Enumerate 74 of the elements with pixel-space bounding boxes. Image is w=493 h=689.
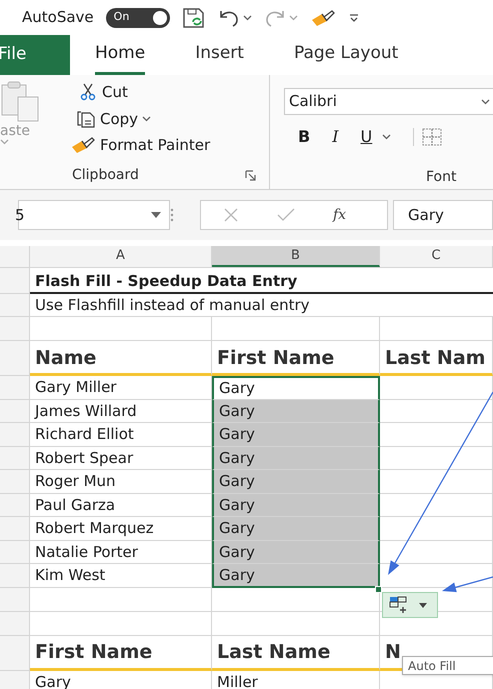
column-heading: Last Name <box>212 636 380 670</box>
row-header[interactable] <box>0 446 30 470</box>
table-cell: Gary <box>212 564 380 588</box>
table-cell: Gary <box>212 517 380 540</box>
name-box[interactable]: 5 <box>18 200 170 230</box>
more-icon[interactable] <box>170 208 174 222</box>
caret-icon[interactable] <box>242 14 252 20</box>
caret-icon <box>481 98 490 104</box>
table-cell: Gary <box>212 540 380 564</box>
row-header[interactable] <box>0 517 30 540</box>
cell-text: Use Flashfill instead of manual entry <box>30 294 493 317</box>
caret-icon[interactable] <box>142 116 152 122</box>
autosave-toggle[interactable]: On <box>106 8 170 28</box>
group-label: Clipboard <box>72 166 139 185</box>
autosave-label: AutoSave <box>22 7 94 28</box>
column-header[interactable]: C <box>380 246 493 267</box>
tooltip: Auto Fill <box>402 656 493 675</box>
scissors-icon[interactable] <box>80 83 96 102</box>
italic-button[interactable]: I <box>332 125 339 149</box>
paintbrush-icon[interactable] <box>70 135 96 156</box>
row-header[interactable] <box>0 494 30 517</box>
insert-function-button[interactable]: fx <box>333 204 346 226</box>
cut-label[interactable]: Cut <box>102 81 128 104</box>
table-cell: Gary <box>212 423 380 446</box>
row-header[interactable] <box>0 564 30 588</box>
dropdown-arrow-icon[interactable] <box>151 212 161 218</box>
caret-icon <box>288 14 298 20</box>
row-header[interactable] <box>0 636 30 670</box>
row-header[interactable] <box>0 376 30 400</box>
copy-icon[interactable] <box>76 110 96 128</box>
underline-button[interactable]: U <box>360 125 372 149</box>
row-header[interactable] <box>0 317 30 341</box>
customize-icon[interactable] <box>348 12 360 24</box>
row-header[interactable] <box>0 670 30 689</box>
file-tab[interactable]: File <box>0 35 70 75</box>
row-header[interactable] <box>0 423 30 446</box>
column-heading: Last Nam <box>380 341 493 376</box>
auto-fill-options-button[interactable] <box>382 592 438 618</box>
formula-input[interactable]: Gary <box>393 200 493 230</box>
column-header[interactable]: B <box>212 246 380 267</box>
copy-label[interactable]: Copy <box>100 108 138 130</box>
cancel-icon[interactable] <box>223 208 239 222</box>
borders-icon[interactable] <box>422 128 442 146</box>
format-painter-label[interactable]: Format Painter <box>100 134 210 156</box>
row-header[interactable] <box>0 588 30 612</box>
fill-handle[interactable] <box>375 586 382 593</box>
row-header[interactable] <box>0 268 30 294</box>
sheet-title: Flash Fill - Speedup Data Entry <box>30 268 493 294</box>
check-icon[interactable] <box>277 208 295 222</box>
table-cell: Gary <box>212 400 380 423</box>
font-name-dropdown[interactable]: Calibri <box>284 88 493 115</box>
table-cell: Gary Miller <box>30 376 212 400</box>
ribbon-tab[interactable]: Page Layout <box>294 35 398 75</box>
row-header[interactable] <box>0 400 30 423</box>
row-header[interactable] <box>0 540 30 564</box>
group-label: Font <box>426 168 458 187</box>
table-cell: Gary <box>212 470 380 494</box>
table-cell: Miller <box>212 670 380 689</box>
row-header[interactable] <box>0 341 30 376</box>
column-heading: Name <box>30 341 212 376</box>
column-heading: First Name <box>212 341 380 376</box>
table-cell: Gary <box>212 446 380 470</box>
bold-button[interactable]: B <box>298 125 310 149</box>
paintbrush-icon[interactable] <box>310 8 336 28</box>
dropdown-arrow-icon <box>419 602 427 608</box>
row-header[interactable] <box>0 294 30 317</box>
row-header[interactable] <box>0 470 30 494</box>
ribbon-tab[interactable]: Insert <box>195 35 244 75</box>
caret-icon[interactable] <box>382 134 392 140</box>
save-icon[interactable] <box>182 6 206 28</box>
dialog-launcher-icon[interactable] <box>245 170 257 182</box>
table-cell: Gary <box>212 494 380 517</box>
column-heading: First Name <box>30 636 212 670</box>
row-header[interactable] <box>0 612 30 636</box>
